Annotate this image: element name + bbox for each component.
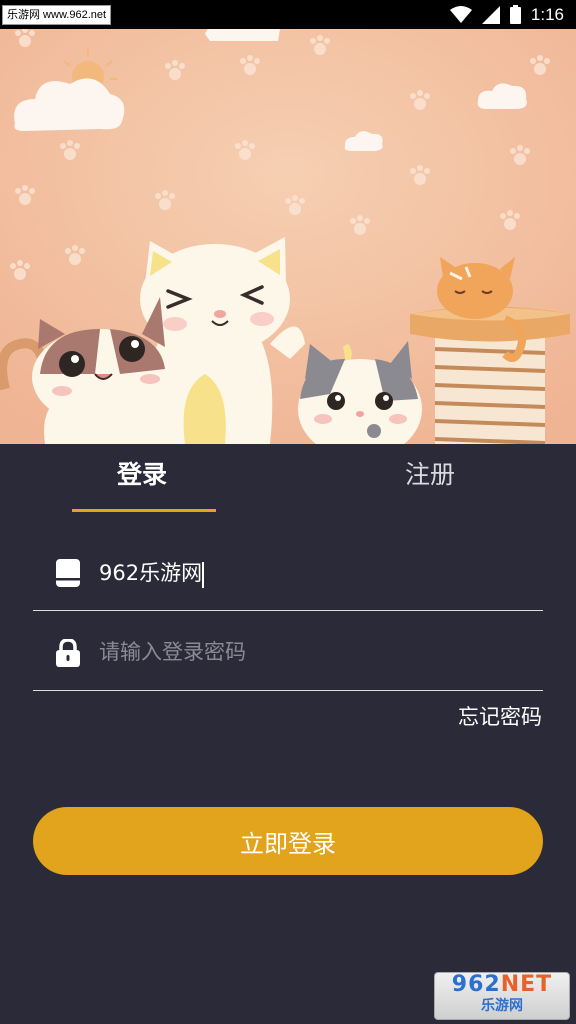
watermark-suffix: NET: [500, 972, 553, 997]
login-button[interactable]: 立即登录: [33, 807, 543, 875]
watermark-logo: 962NET 乐游网: [434, 972, 570, 1020]
watermark-cn: 乐游网: [481, 998, 523, 1014]
active-tab-indicator: [72, 509, 216, 512]
cellular-signal-icon: [481, 5, 500, 24]
lock-icon: [56, 639, 80, 667]
battery-icon: [509, 5, 521, 24]
password-field: [33, 610, 543, 691]
watermark-number: 962: [451, 972, 501, 997]
auth-tabs: 登录 注册: [0, 444, 576, 514]
watermark-label: 乐游网 www.962.net: [2, 5, 112, 25]
account-input[interactable]: [99, 554, 519, 590]
phone-icon: [56, 559, 80, 587]
wifi-icon: [449, 5, 472, 23]
hero-illustration: [0, 29, 576, 444]
password-input[interactable]: [99, 634, 519, 670]
text-cursor: [202, 562, 204, 588]
tab-register[interactable]: 注册: [405, 458, 455, 492]
forgot-password-link[interactable]: 忘记密码: [458, 702, 542, 732]
status-bar: 乐游网 www.962.net 1:16: [0, 0, 576, 29]
tab-login[interactable]: 登录: [117, 458, 167, 492]
clock: 1:16: [530, 4, 564, 24]
account-field: [33, 530, 543, 611]
